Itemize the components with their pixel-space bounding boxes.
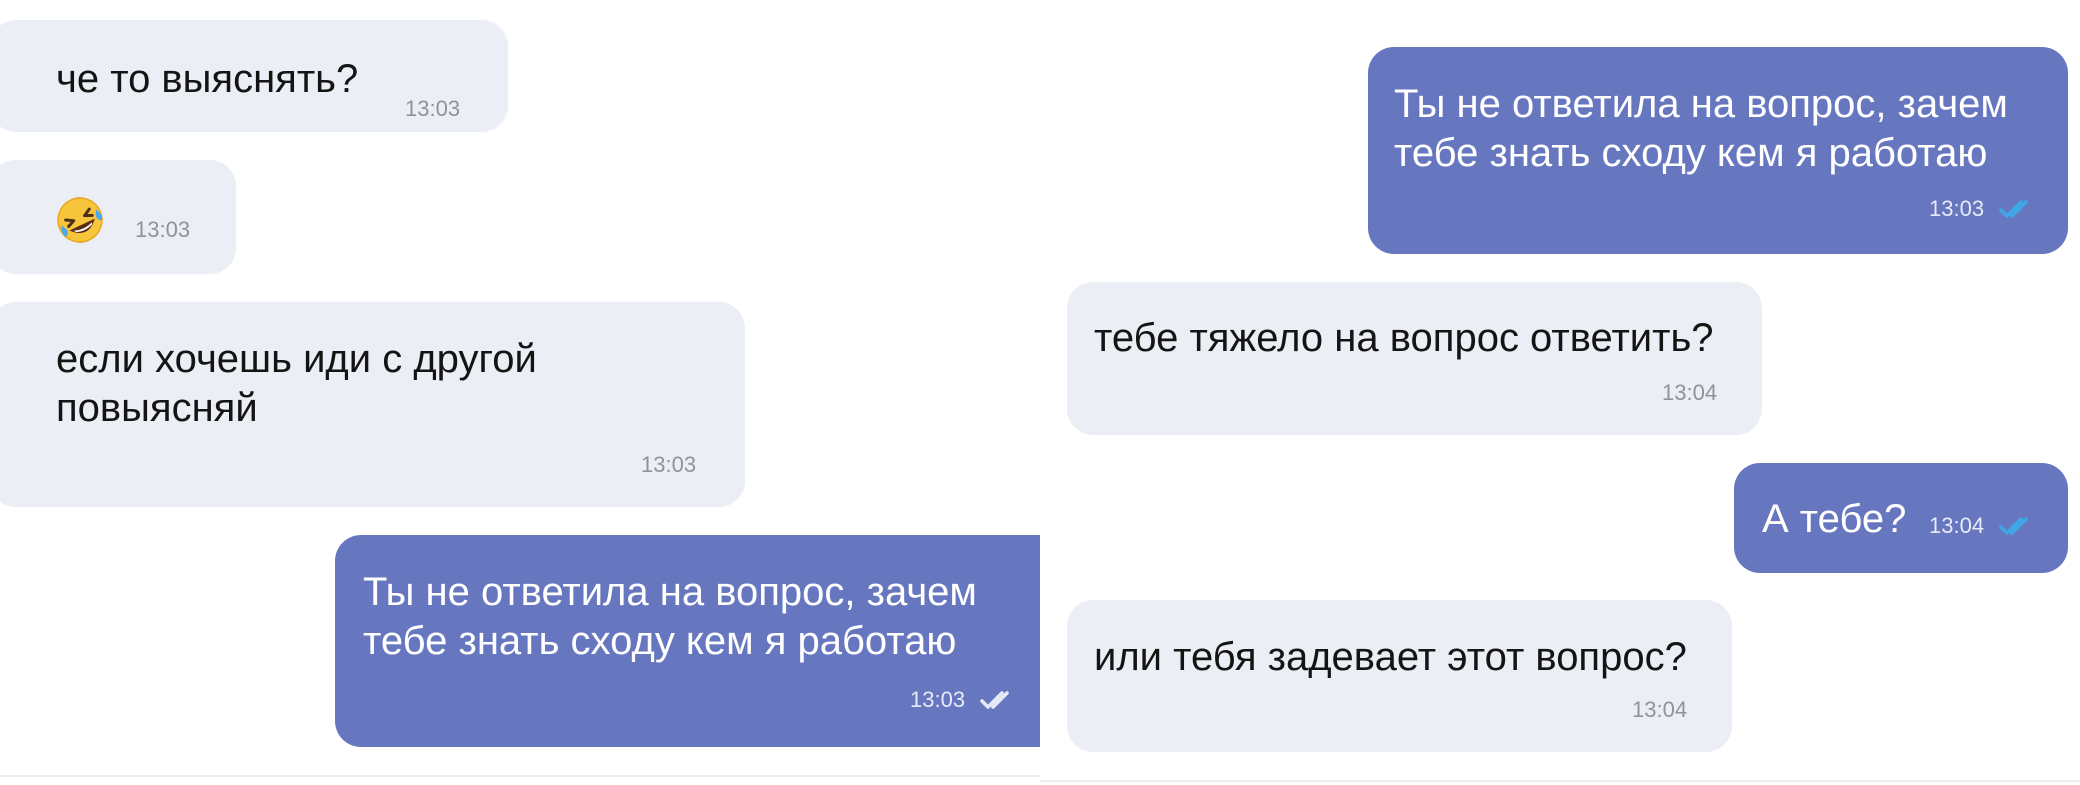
message-bubble-outgoing[interactable]: Ты не ответила на вопрос, зачем тебе зна…: [1368, 47, 2068, 254]
message-text-line: если хочешь иди с другой: [56, 337, 537, 381]
message-text-line: тебе знать сходу кем я работаю: [363, 619, 957, 663]
double-check-read-icon: [980, 691, 1009, 709]
message-time: 13:03: [135, 217, 191, 242]
message-text: тебе тяжело на вопрос ответить?: [1094, 316, 1714, 360]
message-bubble-incoming[interactable]: если хочешь иди с другой повыясняй 13:03: [0, 302, 745, 507]
divider: [0, 775, 1040, 777]
message-text-line: Ты не ответила на вопрос, зачем: [1394, 82, 2008, 126]
message-text-line: Ты не ответила на вопрос, зачем: [363, 570, 977, 614]
message-bubble-outgoing[interactable]: А тебе? 13:04: [1734, 463, 2068, 573]
message-meta: 13:03: [641, 452, 696, 478]
message-bubble-incoming[interactable]: или тебя задевает этот вопрос? 13:04: [1067, 600, 1732, 752]
message-text-line: повыясняй: [56, 386, 258, 430]
message-meta: 13:04: [1929, 513, 2038, 539]
chat-panel-right: Ты не ответила на вопрос, зачем тебе зна…: [1040, 0, 2080, 785]
double-check-read-icon: [1999, 517, 2028, 535]
message-bubble-outgoing[interactable]: Ты не ответила на вопрос, зачем тебе зна…: [335, 535, 1040, 747]
double-check-read-icon: [1999, 200, 2028, 218]
message-time: 13:04: [1632, 697, 1688, 722]
message-meta: 13:04: [1632, 697, 1687, 723]
message-meta: 13:03: [405, 96, 460, 122]
message-meta: 13:03: [1929, 196, 2038, 222]
divider: [1040, 780, 2080, 782]
message-bubble-incoming[interactable]: че то выяснять? 13:03: [0, 20, 508, 132]
message-time: 13:03: [1929, 196, 1985, 221]
message-bubble-incoming[interactable]: тебе тяжело на вопрос ответить? 13:04: [1067, 282, 1762, 435]
message-time: 13:04: [1662, 380, 1718, 405]
message-time: 13:03: [910, 687, 966, 712]
message-time: 13:04: [1929, 513, 1985, 538]
message-text: че то выяснять?: [56, 57, 359, 101]
message-meta: 13:03: [135, 217, 190, 243]
message-text: А тебе?: [1762, 497, 1907, 541]
message-text-line: тебе знать сходу кем я работаю: [1394, 131, 1988, 175]
message-meta: 13:04: [1662, 380, 1717, 406]
message-time: 13:03: [641, 452, 697, 477]
message-meta: 13:03: [910, 687, 1019, 713]
message-bubble-incoming[interactable]: 13:03: [0, 160, 236, 274]
rolling-on-floor-laughing-icon: [57, 197, 103, 243]
message-time: 13:03: [405, 96, 461, 121]
message-text: или тебя задевает этот вопрос?: [1094, 635, 1687, 679]
chat-panel-left: че то выяснять? 13:03 13:03 если хочешь …: [0, 0, 1040, 785]
